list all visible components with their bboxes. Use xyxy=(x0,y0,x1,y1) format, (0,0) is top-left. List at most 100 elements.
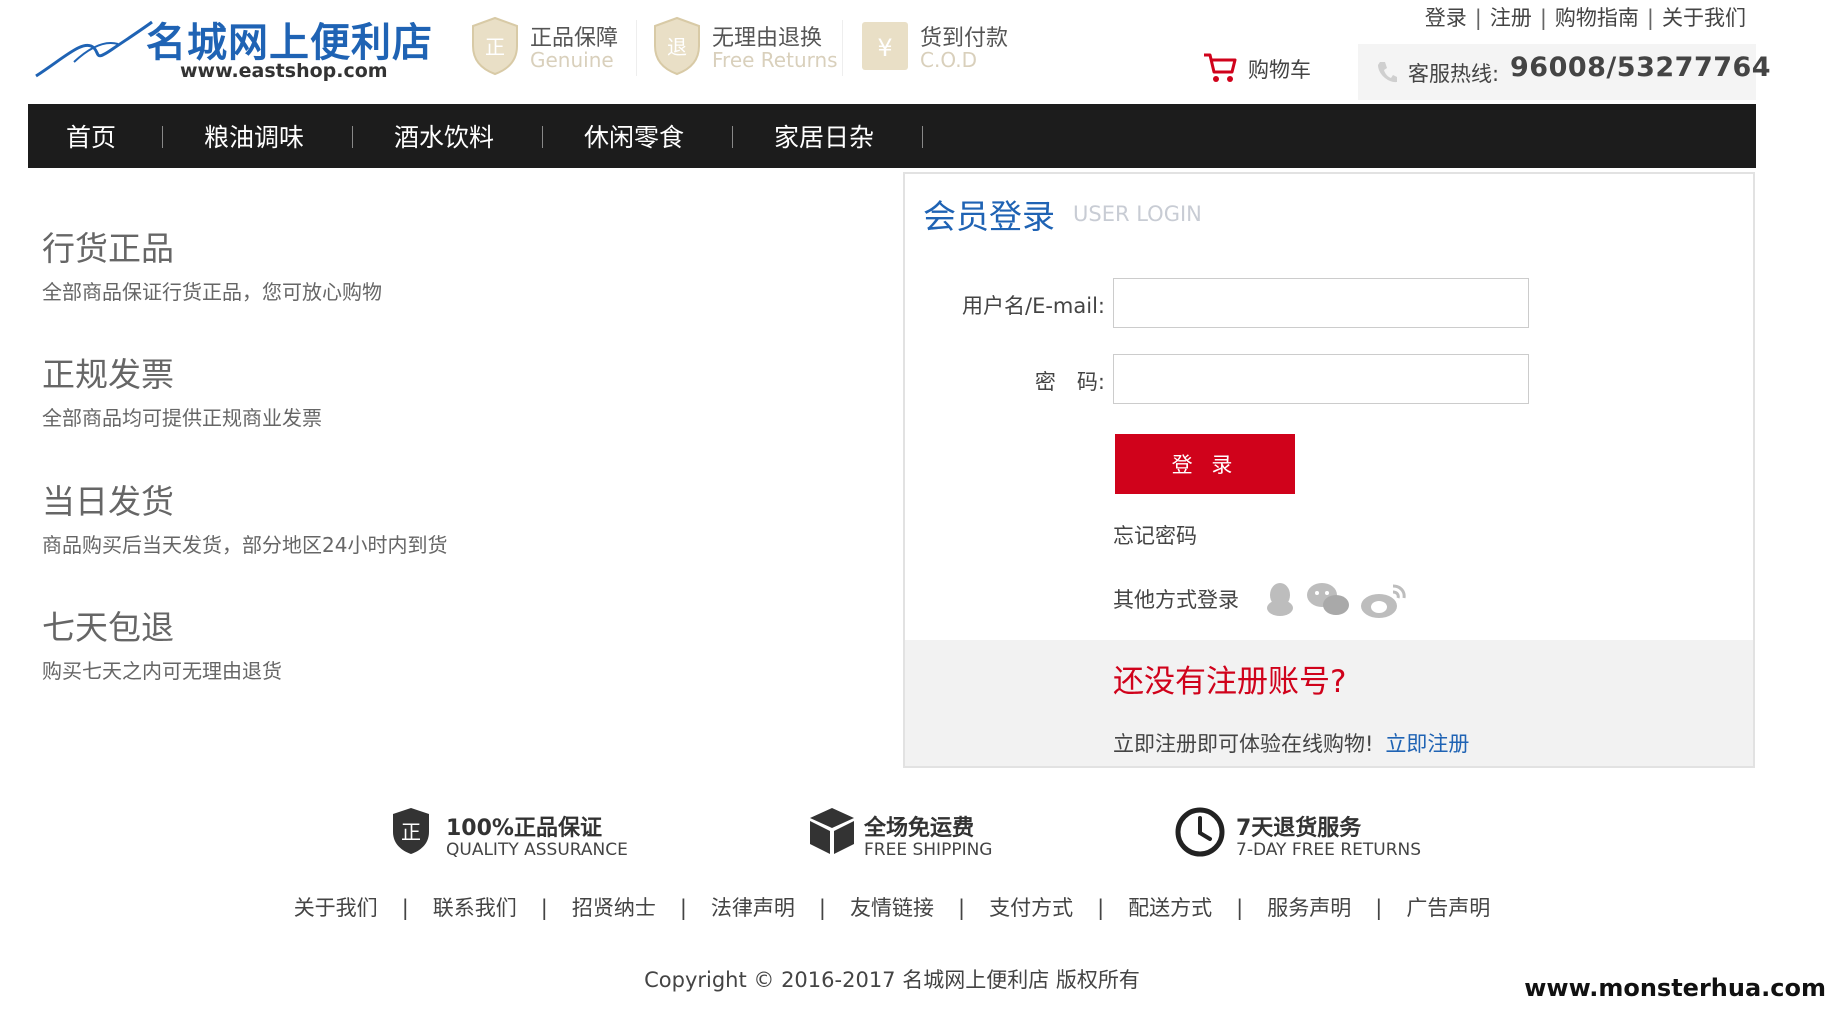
wechat-login-button[interactable] xyxy=(1305,580,1351,624)
svg-text:正: 正 xyxy=(401,820,421,844)
feature-title: 当日发货 xyxy=(42,482,174,521)
service-title: 全场免运费 xyxy=(864,816,975,841)
footer-separator: | xyxy=(1097,896,1105,920)
footer-separator: | xyxy=(679,896,687,920)
feature-title: 七天包退 xyxy=(42,608,174,647)
footer-link-friends[interactable]: 友情链接 xyxy=(850,896,934,920)
hotline-box: 客服热线: 96008/53277764 xyxy=(1358,44,1771,100)
forgot-password-link[interactable]: 忘记密码 xyxy=(1113,520,1197,550)
service-subtitle: 7-DAY FREE RETURNS xyxy=(1236,840,1422,860)
badge-returns-sub: Free Returns xyxy=(712,48,838,72)
footer-separator: | xyxy=(818,896,826,920)
nav-separator xyxy=(162,126,163,148)
logo-swoosh-icon xyxy=(35,20,153,78)
nav-item-snacks[interactable]: 休闲零食 xyxy=(584,118,684,154)
login-button[interactable]: 登 录 xyxy=(1115,434,1295,494)
footer-separator: | xyxy=(540,896,548,920)
qq-login-button[interactable] xyxy=(1263,580,1297,622)
password-input[interactable] xyxy=(1113,354,1529,404)
footer-separator: | xyxy=(1375,896,1383,920)
copyright: Copyright © 2016-2017 名城网上便利店 版权所有 xyxy=(644,968,1140,992)
nav-separator xyxy=(922,126,923,148)
top-links: 登录 | 注册 | 购物指南 | 关于我们 xyxy=(1425,2,1746,32)
nav-separator xyxy=(542,126,543,148)
footer-link-about[interactable]: 关于我们 xyxy=(294,896,378,920)
phone-icon xyxy=(1378,62,1397,83)
weibo-login-button[interactable] xyxy=(1359,580,1409,624)
top-link-separator: | xyxy=(1474,6,1482,30)
service-title: 7天退货服务 xyxy=(1236,816,1362,841)
footer-link-service[interactable]: 服务声明 xyxy=(1267,896,1351,920)
cod-icon: ¥ xyxy=(862,22,908,70)
footer-link-payment[interactable]: 支付方式 xyxy=(989,896,1073,920)
feature-desc: 购买七天之内可无理由退货 xyxy=(42,659,282,683)
hotline-label: 客服热线: xyxy=(1408,62,1500,86)
site-logo[interactable]: 名城网上便利店 www.eastshop.com xyxy=(34,8,434,84)
login-subtitle: USER LOGIN xyxy=(1073,202,1202,226)
badge-divider xyxy=(636,20,637,76)
username-label: 用户名/E-mail: xyxy=(962,294,1105,318)
site-header: 名城网上便利店 www.eastshop.com 正 正品保障 Genuine … xyxy=(0,0,1830,104)
footer-link-ads[interactable]: 广告声明 xyxy=(1406,896,1490,920)
other-login-label: 其他方式登录 xyxy=(1113,588,1239,612)
wechat-icon xyxy=(1307,583,1349,615)
main-nav: 首页 粮油调味 酒水饮料 休闲零食 家居日杂 xyxy=(28,104,1756,168)
feature-desc: 全部商品保证行货正品，您可放心购物 xyxy=(42,280,382,304)
nav-separator xyxy=(732,126,733,148)
feature-invoice: 正规发票 全部商品均可提供正规商业发票 xyxy=(42,348,322,431)
footer-separator: | xyxy=(1236,896,1244,920)
feature-same-day: 当日发货 商品购买后当天发货，部分地区24小时内到货 xyxy=(42,475,447,558)
top-link-login[interactable]: 登录 xyxy=(1425,6,1467,30)
nav-item-grain-oil[interactable]: 粮油调味 xyxy=(204,118,304,154)
weibo-icon xyxy=(1361,584,1406,618)
feature-desc: 全部商品均可提供正规商业发票 xyxy=(42,406,322,430)
feature-desc: 商品购买后当天发货，部分地区24小时内到货 xyxy=(42,533,448,557)
nav-item-home[interactable]: 首页 xyxy=(66,118,116,154)
register-question: 还没有注册账号? xyxy=(1113,664,1347,700)
top-link-separator: | xyxy=(1646,6,1654,30)
feature-genuine: 行货正品 全部商品保证行货正品，您可放心购物 xyxy=(42,222,382,305)
service-title: 100%正品保证 xyxy=(446,816,602,841)
cart-icon xyxy=(1204,53,1237,82)
logo-url: www.eastshop.com xyxy=(180,60,388,82)
top-link-separator: | xyxy=(1539,6,1547,30)
qq-icon xyxy=(1267,583,1293,616)
svg-text:正: 正 xyxy=(485,35,505,59)
register-now-link[interactable]: 立即注册 xyxy=(1385,732,1469,756)
genuine-shield-icon: 正 xyxy=(472,16,518,76)
returns-shield-icon: 退 xyxy=(654,16,700,76)
nav-item-drinks[interactable]: 酒水饮料 xyxy=(394,118,494,154)
svg-text:退: 退 xyxy=(667,35,687,59)
box-icon xyxy=(810,808,854,854)
footer-links: 关于我们 | 联系我们 | 招贤纳士 | 法律声明 | 友情链接 | 支付方式 | 配送方式 | 服务声明 |… xyxy=(0,892,1784,922)
top-link-about[interactable]: 关于我们 xyxy=(1662,6,1746,30)
footer-link-delivery[interactable]: 配送方式 xyxy=(1128,896,1212,920)
watermark: www.monsterhua.com xyxy=(1524,974,1826,1002)
login-title: 会员登录 xyxy=(923,197,1055,236)
username-input[interactable] xyxy=(1113,278,1529,328)
footer-link-careers[interactable]: 招贤纳士 xyxy=(572,896,656,920)
top-link-guide[interactable]: 购物指南 xyxy=(1555,6,1639,30)
footer-separator: | xyxy=(958,896,966,920)
svg-text:¥: ¥ xyxy=(877,34,892,62)
register-box: 还没有注册账号? 立即注册即可体验在线购物! 立即注册 xyxy=(905,640,1753,766)
badge-genuine-sub: Genuine xyxy=(530,48,614,72)
cart-label: 购物车 xyxy=(1248,58,1311,82)
footer-link-legal[interactable]: 法律声明 xyxy=(711,896,795,920)
feature-title: 行货正品 xyxy=(42,229,174,268)
service-subtitle: QUALITY ASSURANCE xyxy=(446,840,628,860)
register-text: 立即注册即可体验在线购物! xyxy=(1113,732,1374,756)
service-subtitle: FREE SHIPPING xyxy=(864,840,993,860)
feature-title: 正规发票 xyxy=(42,355,174,394)
cart-link[interactable]: 购物车 xyxy=(1202,52,1311,86)
top-link-register[interactable]: 注册 xyxy=(1490,6,1532,30)
password-label: 密 码: xyxy=(1034,370,1105,394)
login-panel: 会员登录 USER LOGIN 用户名/E-mail: 密 码: 登 录 忘记密… xyxy=(903,172,1755,768)
badge-divider xyxy=(842,20,843,76)
nav-separator xyxy=(352,126,353,148)
quality-shield-icon: 正 xyxy=(393,808,429,854)
footer-link-contact[interactable]: 联系我们 xyxy=(433,896,517,920)
clock-icon xyxy=(1175,807,1225,857)
nav-item-household[interactable]: 家居日杂 xyxy=(774,118,874,154)
hotline-number: 96008/53277764 xyxy=(1510,52,1772,83)
